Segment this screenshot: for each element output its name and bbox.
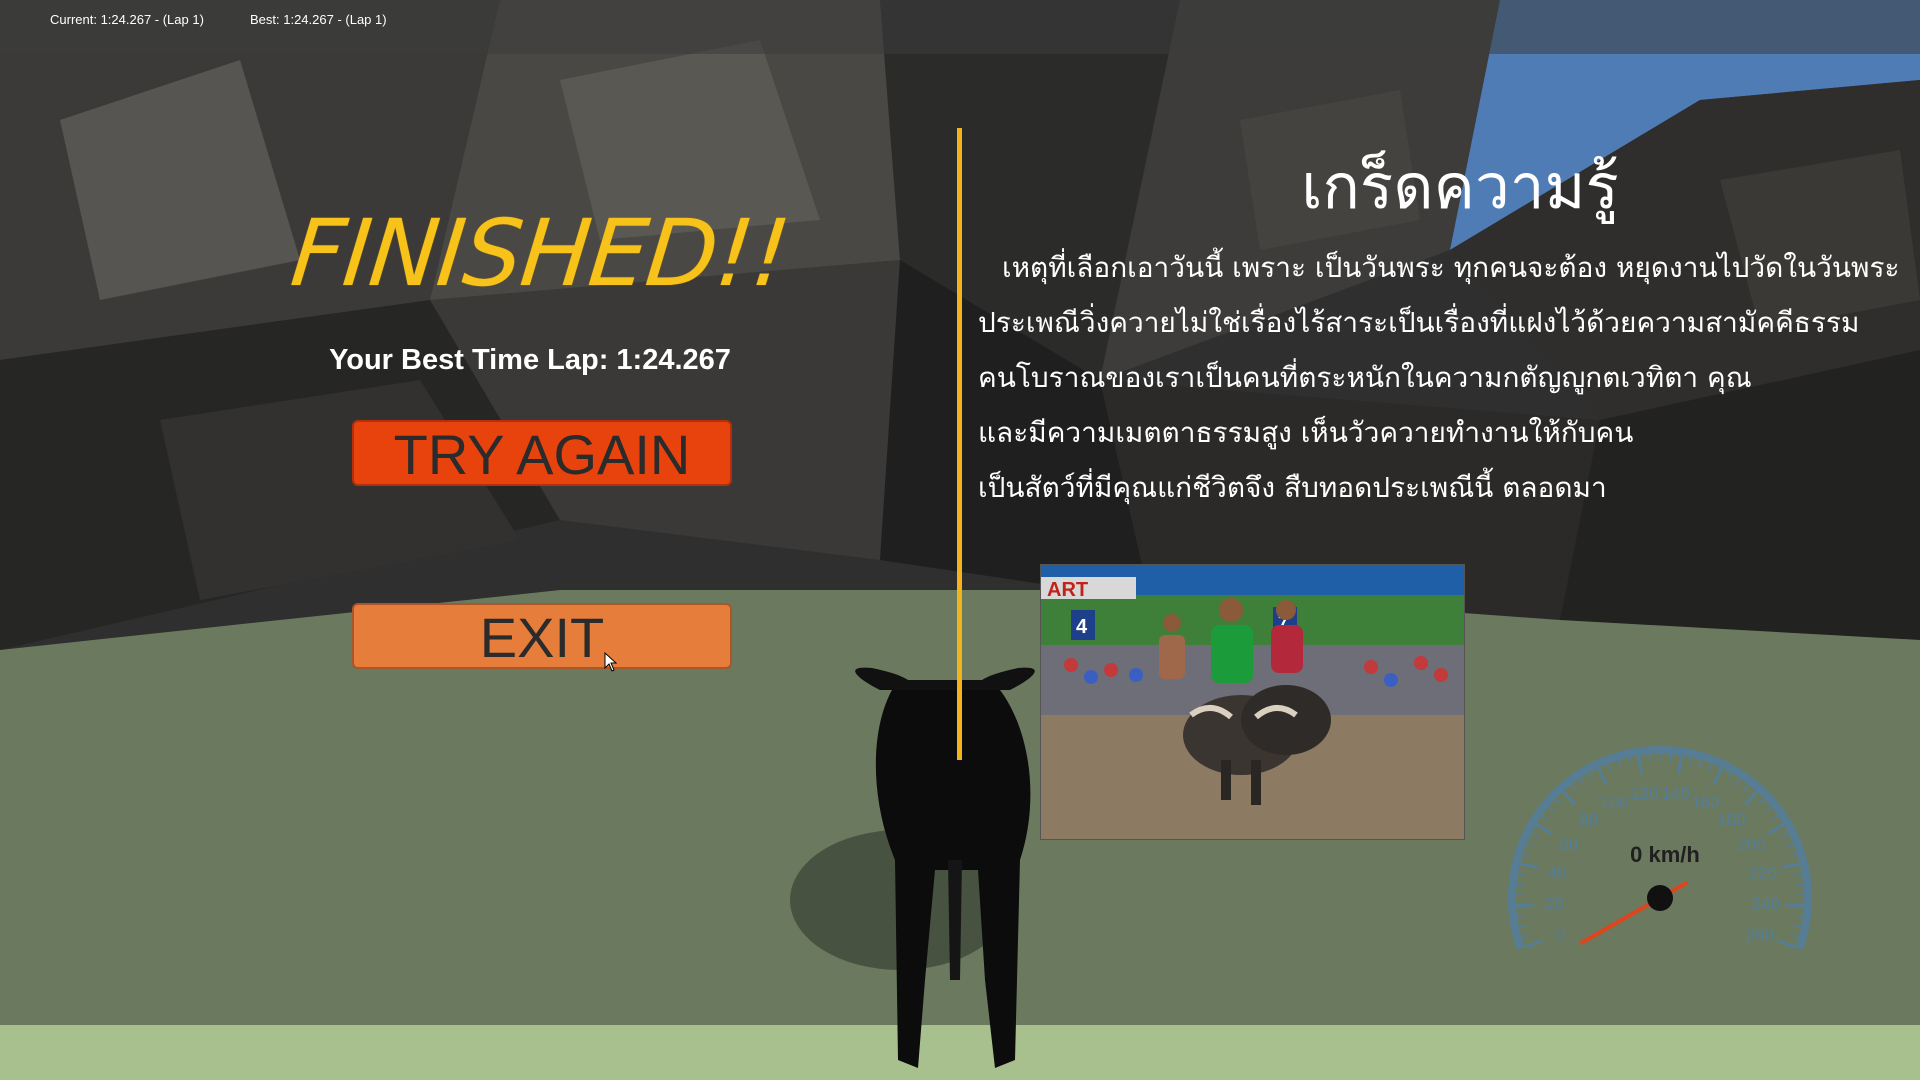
exit-button[interactable]: EXIT: [352, 603, 732, 669]
speedometer-tick-mark: [1570, 784, 1577, 792]
speedometer-tick-mark: [1735, 777, 1741, 786]
speedometer-tick-label: 220: [1749, 864, 1777, 883]
speedometer-tick-mark: [1793, 924, 1802, 928]
speedometer-tick-mark: [1530, 832, 1539, 838]
speedometer-tick-mark: [1781, 862, 1801, 870]
speedometer-tick-label: 260: [1745, 925, 1773, 944]
panel-divider: [957, 128, 962, 760]
best-lap-time: Best: 1:24.267 - (Lap 1): [250, 12, 387, 27]
speedometer-tick-mark: [1519, 862, 1539, 870]
speedometer-tick-mark: [1689, 757, 1693, 766]
photo-number-left: 4: [1076, 616, 1088, 638]
speedometer-tick-mark: [1541, 814, 1550, 821]
try-again-button[interactable]: TRY AGAIN: [352, 420, 732, 486]
speedometer-tick-mark: [1789, 852, 1798, 857]
knowledge-text: เหตุที่เลือกเอาวันนี้ เพราะ เป็นวันพระ ท…: [978, 240, 1918, 515]
speedometer-tick-mark: [1637, 755, 1643, 774]
speedometer-tick-mark: [1517, 873, 1527, 877]
speedometer-tick-mark: [1770, 814, 1779, 821]
speedometer-tick-mark: [1785, 842, 1794, 848]
speedometer-tick-mark: [1794, 914, 1803, 918]
speedometer-tick-label: 60: [1559, 835, 1578, 854]
speedometer-tick-mark: [1712, 767, 1724, 785]
speedometer-tick-mark: [1785, 903, 1804, 908]
photo-banner-text: ART: [1047, 579, 1088, 601]
speedometer-tick-mark: [1554, 798, 1562, 805]
knowledge-line: ประเพณีวิ่งควายไม่ใช่เรื่องไร้สาระเป็นเร…: [978, 306, 1860, 339]
speedometer-tick-mark: [1795, 883, 1804, 886]
speedometer-tick-label: 20: [1545, 895, 1564, 914]
speedometer-tick-mark: [1607, 763, 1612, 772]
speedometer-tick-mark: [1535, 823, 1553, 835]
speedometer-tick-label: 240: [1752, 895, 1780, 914]
speedometer-tick-mark: [1579, 777, 1585, 786]
speedometer-tick-mark: [1526, 842, 1535, 848]
speedometer-tick-mark: [1677, 755, 1683, 774]
speedometer-tick-label: 80: [1579, 811, 1598, 830]
speedometer-tick-label: 40: [1548, 864, 1567, 883]
speedometer-tick-mark: [1767, 823, 1785, 835]
speedometer-tick-mark: [1743, 790, 1759, 806]
knowledge-line: คนโบราณของเราเป็นคนที่ตระหนักในความกตัญญ…: [978, 361, 1752, 394]
speedometer-tick-mark: [1764, 806, 1773, 813]
speedometer-hub: [1647, 885, 1673, 911]
current-lap-time: Current: 1:24.267 - (Lap 1): [50, 12, 204, 27]
speedometer-tick-label: 200: [1737, 835, 1765, 854]
speedometer-tick-mark: [1561, 790, 1577, 806]
speedometer-tick-mark: [1516, 883, 1525, 886]
speedometer-tick-mark: [1743, 784, 1750, 792]
speedometer-tick-mark: [1547, 806, 1556, 813]
speedometer-tick-label: 120: [1630, 784, 1658, 803]
speedometer-tick-mark: [1698, 760, 1703, 769]
speedometer-tick-mark: [1617, 760, 1622, 769]
speed-readout: 0 km/h: [1630, 842, 1700, 867]
speedometer-tick-mark: [1648, 754, 1651, 763]
buffalo-race-photo: ART 4 7: [1040, 564, 1465, 840]
speedometer-tick-mark: [1596, 767, 1608, 785]
speedometer-tick-mark: [1758, 798, 1766, 805]
knowledge-line: เป็นสัตว์ที่มีคุณแก่ชีวิตจึง สืบทอดประเพ…: [978, 471, 1607, 504]
speedometer-tick-mark: [1517, 914, 1526, 918]
speedometer-tick-mark: [1790, 934, 1799, 938]
speedometer-tick-label: 180: [1717, 811, 1745, 830]
knowledge-line: เหตุที่เลือกเอาวันนี้ เพราะ เป็นวันพระ ท…: [1002, 251, 1900, 284]
knowledge-title: เกร็ดความรู้: [1301, 150, 1619, 223]
hud-bar: Current: 1:24.267 - (Lap 1) Best: 1:24.2…: [0, 0, 1920, 54]
mouse-cursor-icon: [604, 652, 618, 672]
speedometer-tick-mark: [1726, 772, 1732, 781]
speedometer-tick-mark: [1522, 852, 1531, 857]
speedometer-tick-mark: [1669, 754, 1672, 763]
speedometer-tick-mark: [1793, 873, 1803, 877]
speedometer-tick-mark: [1777, 939, 1796, 949]
best-time-label: Your Best Time Lap: 1:24.267: [329, 344, 731, 376]
speedometer-tick-label: 160: [1691, 793, 1719, 812]
speedometer-tick-mark: [1588, 772, 1594, 781]
speedometer-tick-mark: [1781, 832, 1790, 838]
knowledge-line: และมีความเมตตาธรรมสูง เห็นวัวควายทำงานให…: [978, 416, 1634, 449]
finished-title: FINISHED!!: [286, 200, 794, 307]
speedometer-tick-mark: [1516, 903, 1535, 908]
speedometer-tick-label: 100: [1600, 793, 1628, 812]
speedometer-tick-mark: [1627, 757, 1631, 766]
speedometer-tick-label: 0: [1556, 925, 1565, 944]
speedometer-tick-mark: [1518, 924, 1527, 928]
speedometer-tick-mark: [1708, 763, 1713, 772]
speedometer-tick-label: 140: [1661, 784, 1689, 803]
speedometer-tick-mark: [1524, 939, 1543, 949]
speedometer-tick-mark: [1521, 934, 1530, 938]
